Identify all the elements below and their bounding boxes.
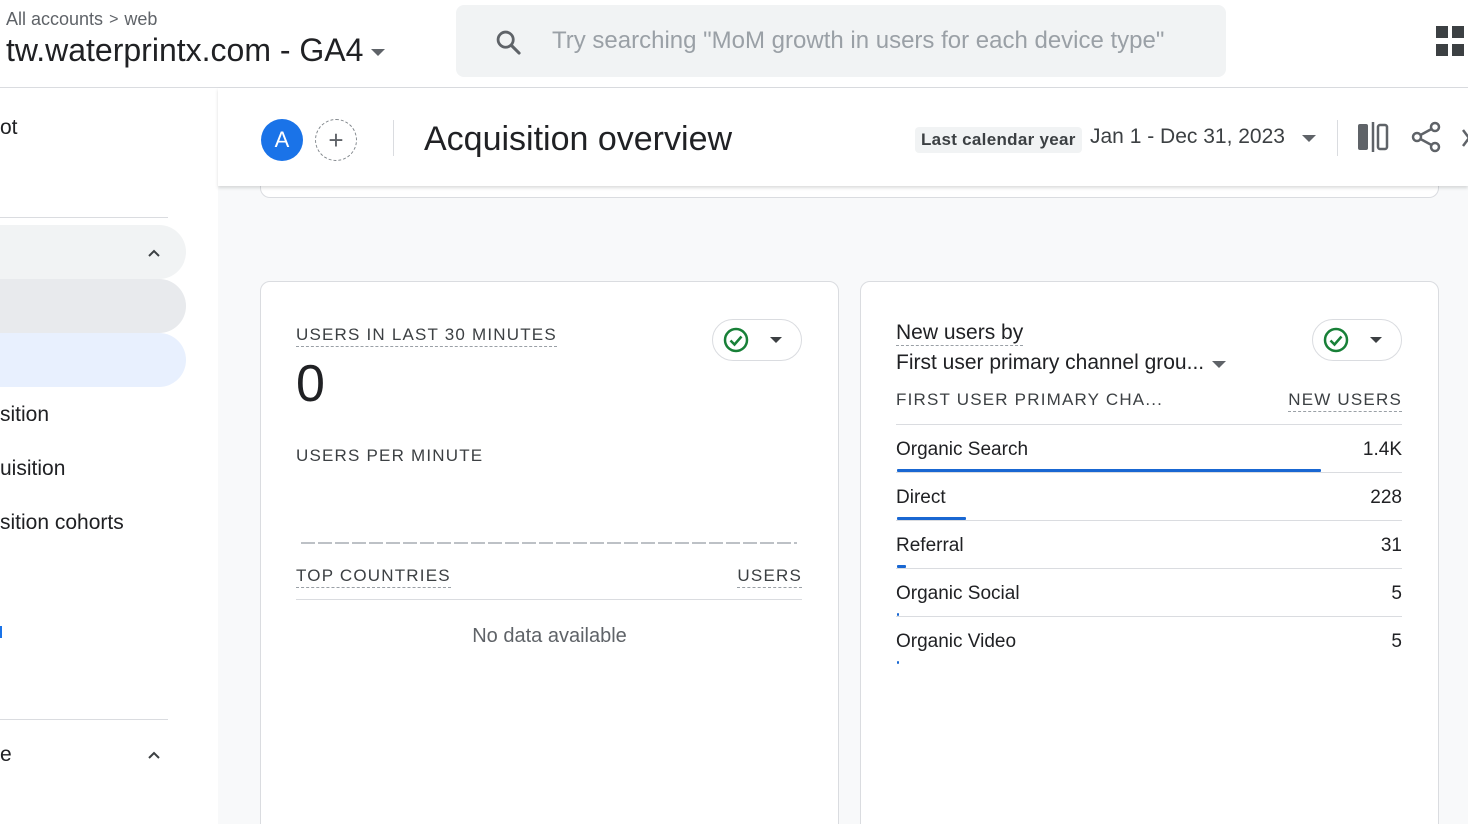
- property-name: tw.waterprintx.com - GA4: [6, 32, 364, 68]
- row-value: 1.4K: [1362, 439, 1402, 460]
- check-circle-icon: [723, 327, 749, 353]
- breadcrumb-chevron-icon: >: [109, 10, 119, 28]
- chevron-up-icon[interactable]: [147, 246, 161, 260]
- empty-state-text: No data available: [472, 625, 627, 647]
- row-value: 228: [1370, 487, 1402, 508]
- nav-item-acquisition-cohorts[interactable]: sition cohorts: [0, 511, 124, 535]
- row-divider: [896, 616, 1402, 617]
- caret-down-icon[interactable]: [1302, 135, 1316, 142]
- new-users-card: New users by First user primary channel …: [860, 281, 1439, 824]
- property-selector[interactable]: tw.waterprintx.com - GA4: [6, 32, 386, 69]
- side-nav: ot sition uisition sition cohorts e: [0, 88, 218, 824]
- compare-icon[interactable]: [1357, 122, 1389, 152]
- nav-item-link-marker: [0, 626, 2, 638]
- nav-item-overview[interactable]: [0, 279, 186, 333]
- caret-down-icon: [770, 337, 782, 343]
- nav-item-snapshot[interactable]: ot: [0, 116, 18, 140]
- nav-divider: [0, 217, 168, 218]
- page-title: Acquisition overview: [424, 120, 733, 158]
- row-value: 31: [1380, 535, 1402, 556]
- nav-item-traffic-acquisition[interactable]: uisition: [0, 457, 65, 481]
- breadcrumb-stream[interactable]: web: [124, 9, 157, 30]
- per-minute-sparkline: [301, 542, 797, 544]
- channel-column-header[interactable]: FIRST USER PRIMARY CHA...: [896, 390, 1163, 410]
- toolbar-divider: [1337, 120, 1338, 156]
- table-divider: [896, 424, 1402, 425]
- share-icon[interactable]: [1410, 121, 1442, 153]
- check-circle-icon: [1323, 327, 1349, 353]
- apps-grid-icon[interactable]: [1436, 26, 1468, 58]
- search-icon: [496, 30, 521, 55]
- row-value: 5: [1391, 583, 1402, 604]
- users-column-header[interactable]: USERS: [737, 566, 802, 588]
- realtime-card: USERS IN LAST 30 MINUTES 0 USERS PER MIN…: [260, 281, 839, 824]
- users-per-minute-label: USERS PER MINUTE: [296, 446, 484, 465]
- breadcrumb-all-accounts[interactable]: All accounts: [6, 9, 103, 30]
- insights-icon[interactable]: [1460, 124, 1468, 152]
- top-bar: All accounts > web tw.waterprintx.com - …: [0, 0, 1468, 88]
- table-divider: [296, 599, 802, 600]
- search-bar[interactable]: Try searching "MoM growth in users for e…: [456, 5, 1226, 77]
- row-label: Direct: [896, 487, 946, 508]
- top-countries-header[interactable]: TOP COUNTRIES: [296, 566, 451, 588]
- toolbar-divider: [393, 120, 394, 156]
- realtime-card-title[interactable]: USERS IN LAST 30 MINUTES: [296, 325, 557, 347]
- chevron-up-icon[interactable]: [147, 748, 161, 762]
- new-users-column-header[interactable]: NEW USERS: [1288, 390, 1402, 412]
- nav-divider: [0, 719, 168, 720]
- nav-item-active[interactable]: [0, 333, 186, 387]
- realtime-users-value: 0: [296, 355, 325, 413]
- date-range-selector[interactable]: Jan 1 - Dec 31, 2023: [1090, 125, 1285, 149]
- dimension-selector[interactable]: First user primary channel grou...: [896, 351, 1227, 375]
- breadcrumb: All accounts > web: [6, 9, 157, 30]
- row-label: Referral: [896, 535, 964, 556]
- new-users-title-text: New users by: [896, 321, 1024, 346]
- nav-item-user-acquisition[interactable]: sition: [0, 403, 49, 427]
- row-value: 5: [1391, 631, 1402, 652]
- row-divider: [896, 568, 1402, 569]
- search-input[interactable]: Try searching "MoM growth in users for e…: [552, 27, 1164, 55]
- caret-down-icon: [1370, 337, 1382, 343]
- new-users-card-title[interactable]: New users by: [896, 321, 1024, 346]
- row-label: Organic Video: [896, 631, 1017, 652]
- caret-down-icon: [1212, 360, 1227, 368]
- comparison-avatar[interactable]: A: [261, 119, 303, 161]
- nav-section-collapsed[interactable]: e: [0, 743, 12, 767]
- caret-down-icon: [371, 49, 386, 56]
- row-label: Organic Social: [896, 583, 1020, 604]
- data-quality-chip[interactable]: [712, 319, 802, 361]
- row-bar: [897, 661, 899, 664]
- row-label: Organic Search: [896, 439, 1029, 460]
- row-divider: [896, 520, 1402, 521]
- data-quality-chip[interactable]: [1312, 319, 1402, 361]
- dimension-label: First user primary channel grou...: [896, 351, 1205, 374]
- report-content: USERS IN LAST 30 MINUTES 0 USERS PER MIN…: [218, 176, 1468, 824]
- add-comparison-button[interactable]: +: [315, 119, 357, 161]
- date-preset-chip[interactable]: Last calendar year: [915, 127, 1082, 153]
- report-toolbar: A + Acquisition overview Last calendar y…: [218, 88, 1468, 186]
- row-divider: [896, 472, 1402, 473]
